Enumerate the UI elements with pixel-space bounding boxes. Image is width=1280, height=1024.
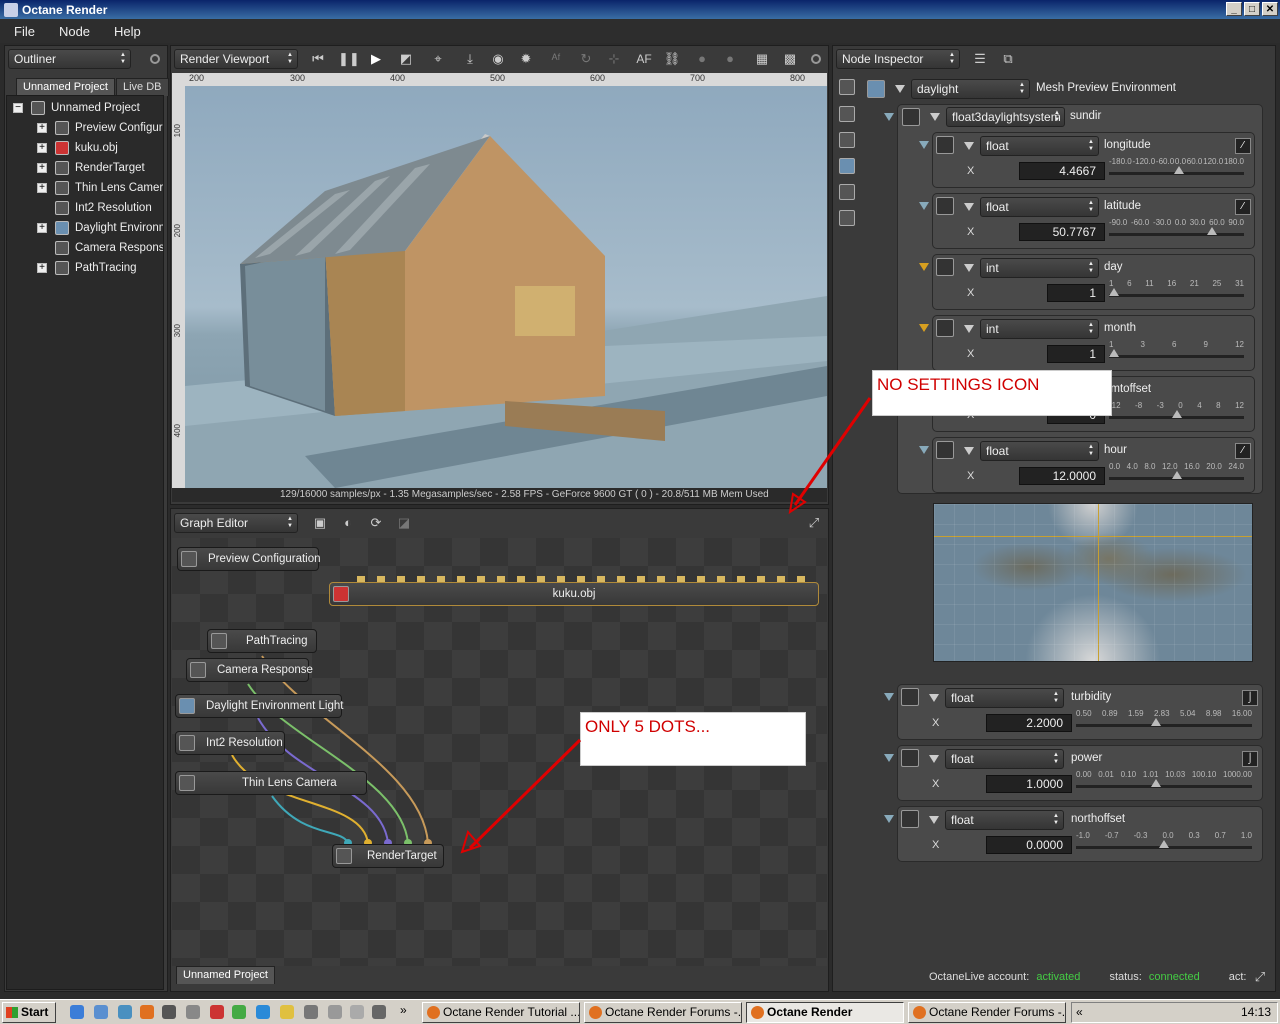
tray-expand-icon[interactable]: «: [1076, 1003, 1083, 1022]
quicklaunch-app8-icon[interactable]: [350, 1005, 364, 1019]
quicklaunch-app-icon[interactable]: [162, 1005, 176, 1019]
quicklaunch-app6-icon[interactable]: [304, 1005, 318, 1019]
quicklaunch-firefox-icon[interactable]: [140, 1005, 154, 1019]
taskbar-item-forums-1[interactable]: Octane Render Forums -...: [584, 1002, 742, 1023]
annotation-arrows: [460, 397, 872, 854]
quicklaunch-more-icon[interactable]: »: [400, 1003, 407, 1017]
quicklaunch-ie-icon[interactable]: [70, 1005, 84, 1019]
quicklaunch-app9-icon[interactable]: [372, 1005, 386, 1019]
taskbar: Start » Octane Render Tutorial ... Octan…: [0, 999, 1280, 1024]
quicklaunch-network-icon[interactable]: [118, 1005, 132, 1019]
quicklaunch-folder-icon[interactable]: [280, 1005, 294, 1019]
quicklaunch-app4-icon[interactable]: [232, 1005, 246, 1019]
taskbar-item-octane-render[interactable]: Octane Render: [746, 1002, 904, 1023]
start-button[interactable]: Start: [2, 1002, 56, 1023]
taskbar-item-forums-2[interactable]: Octane Render Forums -...: [908, 1002, 1066, 1023]
system-tray: « 14:13: [1071, 1002, 1278, 1023]
quicklaunch-app2-icon[interactable]: [186, 1005, 200, 1019]
quicklaunch-desktop-icon[interactable]: [94, 1005, 108, 1019]
quicklaunch-app7-icon[interactable]: [328, 1005, 342, 1019]
taskbar-item-tutorial[interactable]: Octane Render Tutorial ...: [422, 1002, 580, 1023]
quicklaunch-app3-icon[interactable]: [210, 1005, 224, 1019]
quicklaunch-app5-icon[interactable]: [256, 1005, 270, 1019]
clock[interactable]: 14:13: [1241, 1005, 1271, 1019]
